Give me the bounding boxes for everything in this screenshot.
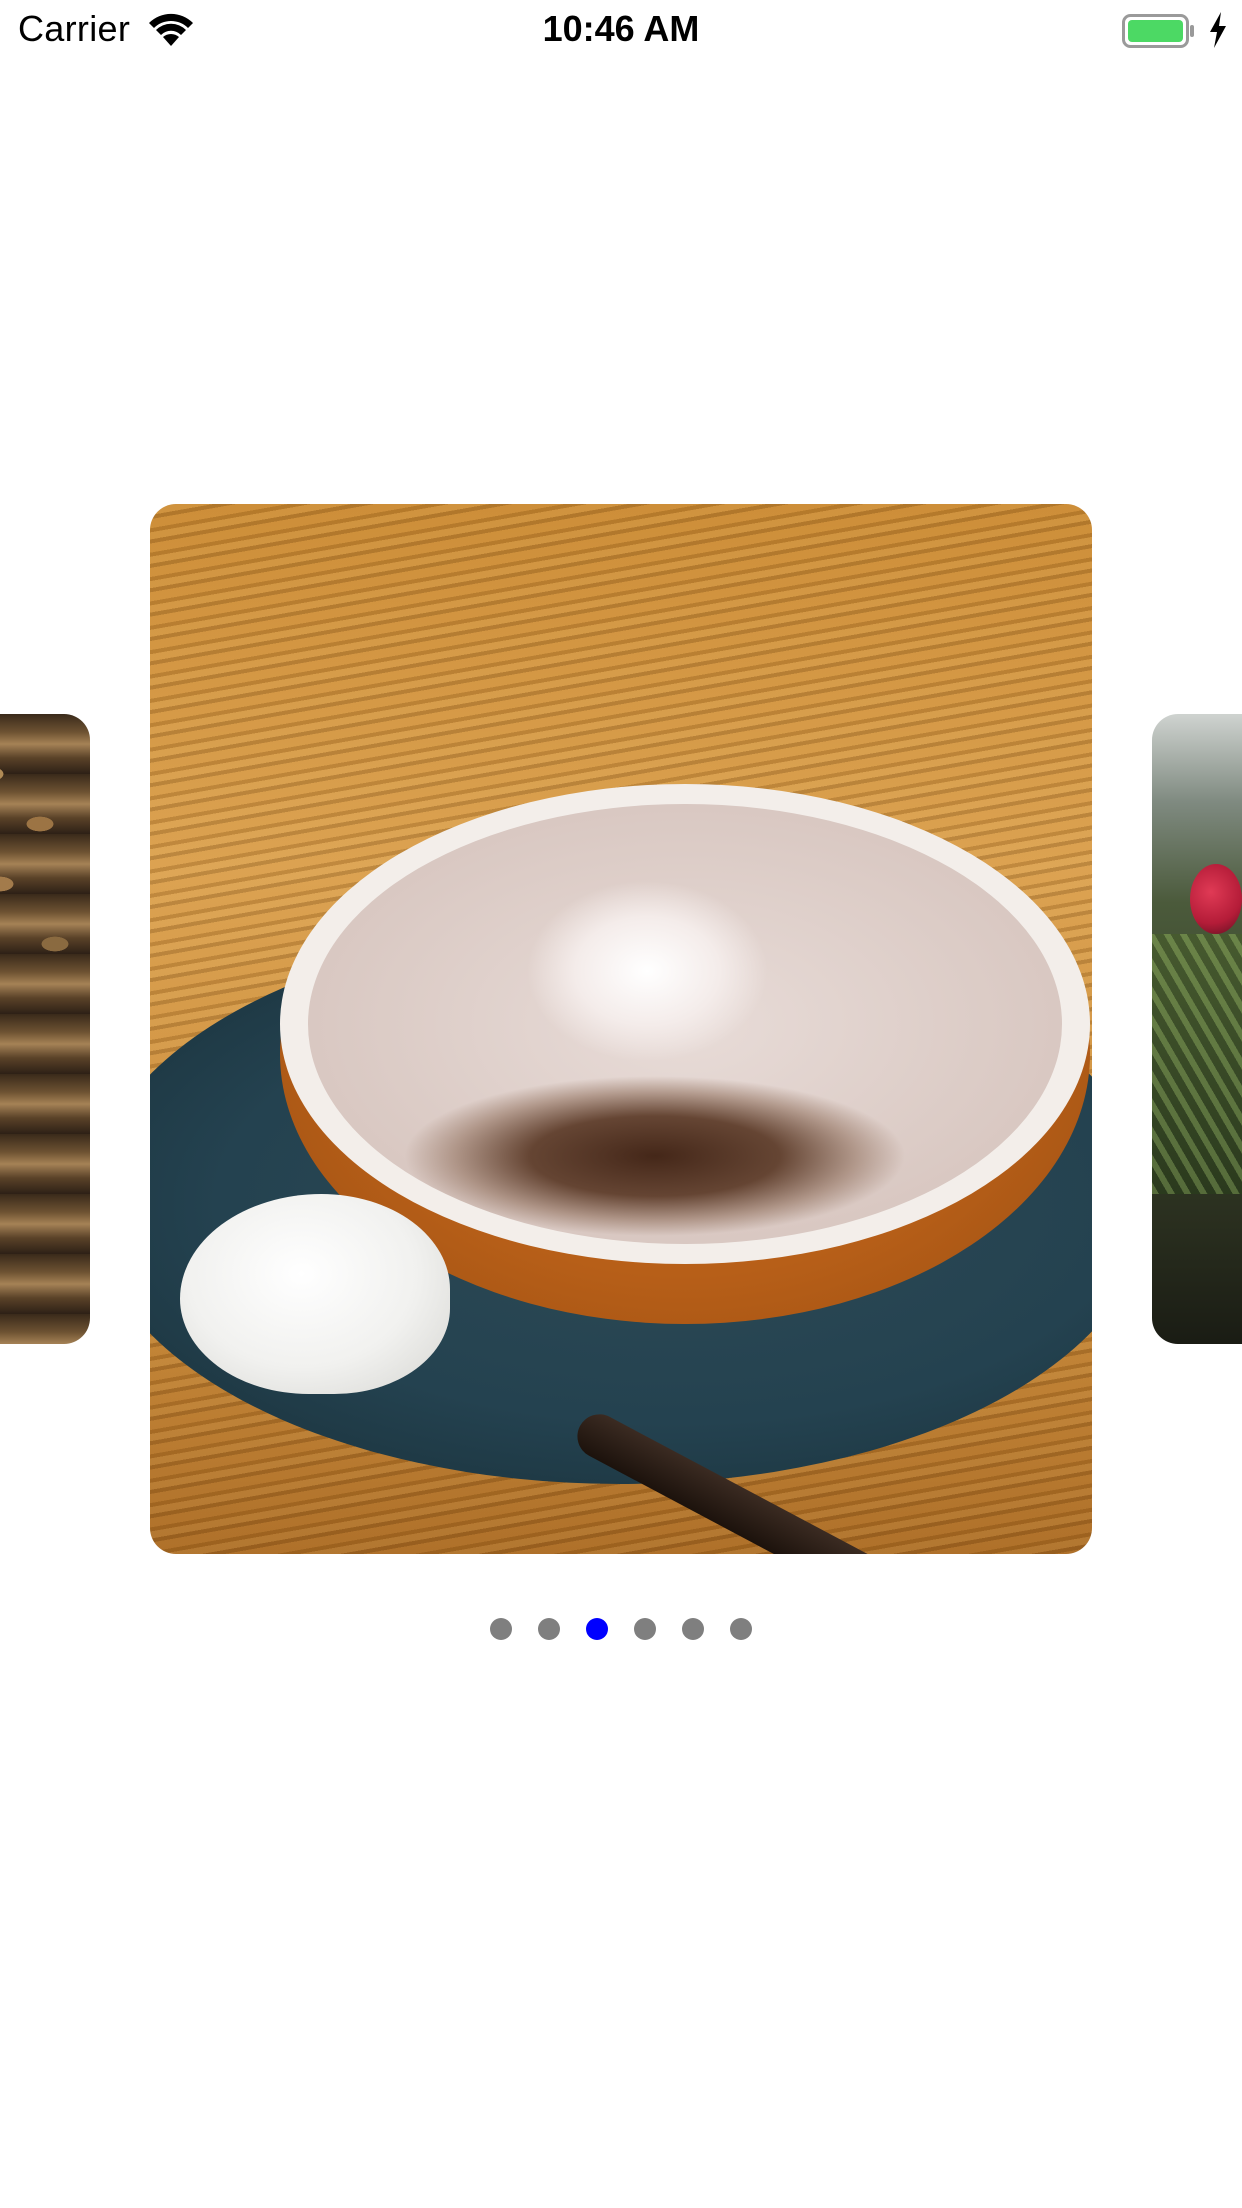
foam-shape <box>308 804 1062 1244</box>
page-control[interactable] <box>0 1618 1242 1642</box>
page-dot-active[interactable] <box>586 1618 608 1640</box>
page-dot[interactable] <box>682 1618 704 1640</box>
image-carousel[interactable] <box>0 0 1242 2208</box>
carousel-card-next[interactable] <box>1152 714 1242 1344</box>
carousel-card-previous[interactable] <box>0 714 90 1344</box>
leaves-shape <box>1152 934 1242 1194</box>
page-dot[interactable] <box>490 1618 512 1640</box>
marshmallow-shape <box>180 1194 450 1394</box>
coins-image <box>0 714 90 1344</box>
flowers-image <box>1152 714 1242 1344</box>
page-dot[interactable] <box>634 1618 656 1640</box>
carousel-card-current[interactable] <box>150 504 1092 1554</box>
page-dot[interactable] <box>730 1618 752 1640</box>
coffee-cup-image <box>150 504 1092 1554</box>
page-dot[interactable] <box>538 1618 560 1640</box>
flower-shape <box>1190 864 1242 934</box>
